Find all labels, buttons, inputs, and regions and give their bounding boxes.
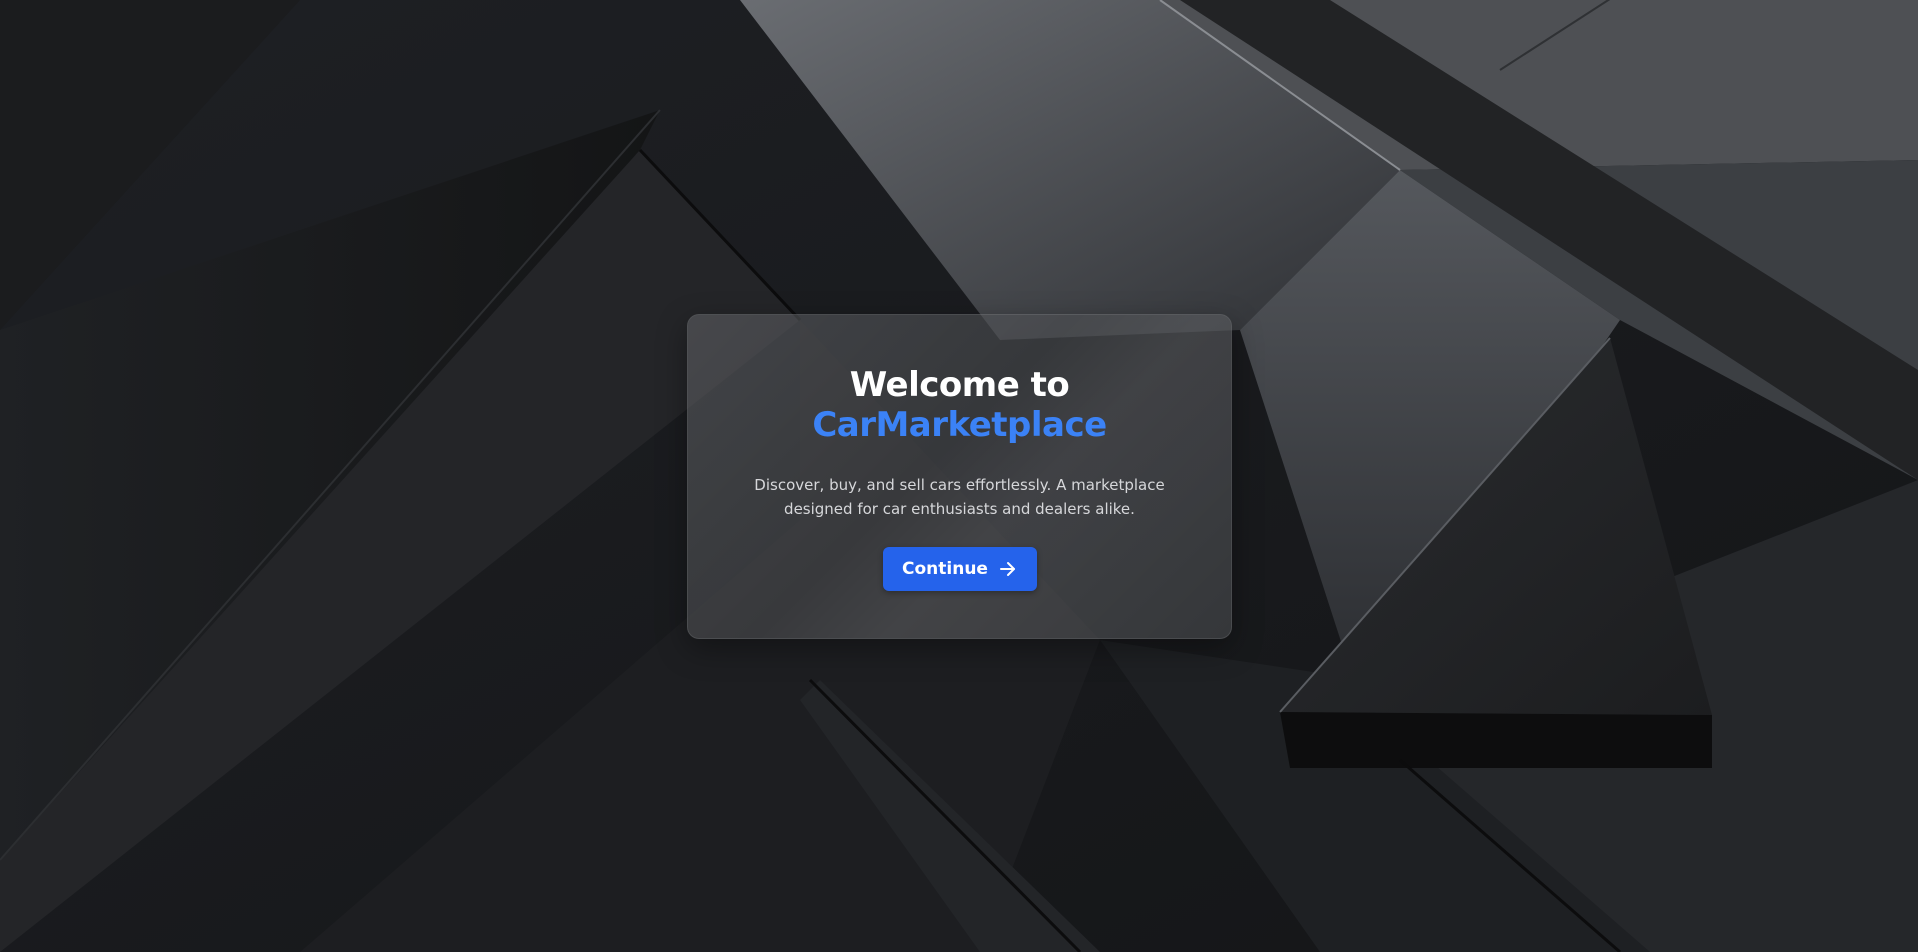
welcome-heading: Welcome to CarMarketplace: [688, 315, 1231, 445]
welcome-description: Discover, buy, and sell cars effortlessl…: [754, 476, 1165, 518]
brand-name: CarMarketplace: [812, 405, 1107, 445]
continue-button[interactable]: Continue: [883, 547, 1037, 591]
welcome-title: Welcome to: [849, 365, 1070, 405]
continue-button-label: Continue: [902, 559, 988, 579]
welcome-screen: Welcome to CarMarketplace Discover, buy,…: [0, 0, 1918, 952]
arrow-right-icon: [998, 559, 1018, 579]
welcome-card: Welcome to CarMarketplace Discover, buy,…: [687, 314, 1232, 639]
